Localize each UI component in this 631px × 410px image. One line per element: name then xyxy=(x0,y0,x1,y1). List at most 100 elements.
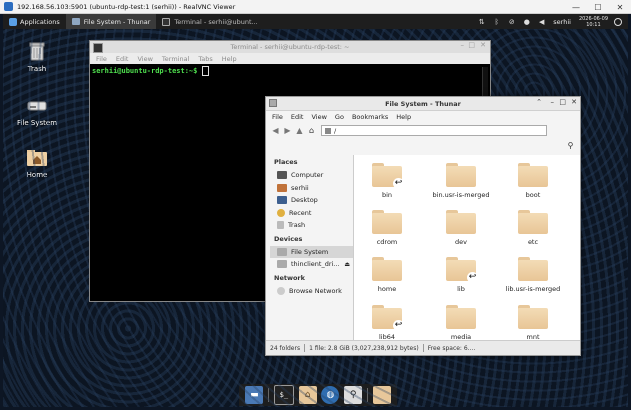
user-menu[interactable]: serhii xyxy=(553,18,571,26)
thunar-menu-bookmarks[interactable]: Bookmarks xyxy=(352,113,388,121)
thunar-toolbar: ◀ ▶ ▲ ⌂ / xyxy=(266,123,580,138)
status-free-space: Free space: 6.... xyxy=(427,344,476,352)
file-item-lib[interactable]: ↩ lib xyxy=(428,257,494,293)
applications-menu[interactable]: Applications xyxy=(3,14,66,29)
thunar-titlebar[interactable]: File System - Thunar ⌃ – □ ✕ xyxy=(266,97,580,111)
file-item-dev[interactable]: dev xyxy=(428,210,494,246)
sidebar-item-browse-network[interactable]: Browse Network xyxy=(270,285,353,298)
folder-icon: ↩ xyxy=(446,257,478,283)
taskbar-item-terminal[interactable]: Terminal - serhii@ubunt... xyxy=(156,14,263,29)
terminal-menu-tabs[interactable]: Tabs xyxy=(198,55,212,63)
file-name: etc xyxy=(527,238,539,246)
folder-icon xyxy=(372,210,402,234)
forward-arrow-icon[interactable]: ▶ xyxy=(282,125,293,136)
sidebar-item-trash[interactable]: Trash xyxy=(270,219,353,232)
file-item-mnt[interactable]: mnt xyxy=(500,305,566,341)
terminal-titlebar[interactable]: Terminal - serhii@ubuntu-rdp-test: ~ – □… xyxy=(90,41,490,53)
terminal-menubar: File Edit View Terminal Tabs Help xyxy=(90,53,490,64)
terminal-menu-help[interactable]: Help xyxy=(222,55,237,63)
thunar-window[interactable]: File System - Thunar ⌃ – □ ✕ File Edit V… xyxy=(265,96,581,356)
trash-icon xyxy=(29,42,45,61)
sidebar-item-serhii[interactable]: serhii xyxy=(270,182,353,195)
clock[interactable]: 2026-06-09 10:11 xyxy=(579,16,608,28)
vnc-maximize-button[interactable]: ☐ xyxy=(587,0,609,14)
taskbar-label: File System - Thunar xyxy=(83,17,151,26)
bluetooth-icon[interactable]: ᛒ xyxy=(492,17,501,26)
file-item-etc[interactable]: etc xyxy=(500,210,566,246)
taskbar-item-thunar[interactable]: File System - Thunar xyxy=(65,14,157,29)
vnc-minimize-button[interactable]: — xyxy=(565,0,587,14)
sidebar-item-thinclient-drives[interactable]: thinclient_dri... ⏏ xyxy=(270,258,353,271)
file-item-lib64[interactable]: ↩ lib64 xyxy=(354,305,420,341)
sidebar-item-recent[interactable]: Recent xyxy=(270,207,353,220)
terminal-minimize-button[interactable]: – xyxy=(461,41,465,49)
thunar-menu-view[interactable]: View xyxy=(311,113,326,121)
thunar-menu-edit[interactable]: Edit xyxy=(291,113,304,121)
terminal-menu-terminal[interactable]: Terminal xyxy=(162,55,189,63)
remote-desktop[interactable]: Applications File System - Thunar Termin… xyxy=(3,14,628,407)
drive-icon xyxy=(277,260,287,269)
file-view[interactable]: ↩ bin bin.usr-is-merged boot cdrom dev etc home… xyxy=(354,155,580,342)
sidebar-item-computer[interactable]: Computer xyxy=(270,169,353,182)
terminal-menu-view[interactable]: View xyxy=(137,55,152,63)
eject-icon[interactable]: ⏏ xyxy=(344,261,350,268)
folder-icon: ↩ xyxy=(372,163,404,189)
top-panel: Applications File System - Thunar Termin… xyxy=(3,14,628,29)
desktop-icon-trash[interactable]: Trash xyxy=(7,40,67,73)
sidebar-header-devices: Devices xyxy=(274,234,303,243)
terminal-maximize-button[interactable]: □ xyxy=(468,41,475,49)
file-name: bin xyxy=(381,191,393,199)
vnc-close-button[interactable]: ✕ xyxy=(609,0,631,14)
sidebar-item-label: File System xyxy=(291,247,329,256)
thunar-shade-button[interactable]: ⌃ xyxy=(536,98,542,106)
system-tray: ⇅ ᛒ ⊘ ● ◀ serhii 2026-06-09 10:11 xyxy=(474,14,628,29)
terminal-menu-file[interactable]: File xyxy=(96,55,107,63)
sidebar-item-file-system[interactable]: File System xyxy=(270,245,353,258)
thunar-maximize-button[interactable]: □ xyxy=(559,98,566,106)
terminal-icon[interactable]: $_ xyxy=(273,385,294,405)
back-arrow-icon[interactable]: ◀ xyxy=(270,125,281,136)
home-icon[interactable]: ⌂ xyxy=(306,125,317,136)
file-item-cdrom[interactable]: cdrom xyxy=(354,210,420,246)
desktop-icon-label: Home xyxy=(26,171,48,179)
file-item-lib-usr-is-merged[interactable]: lib.usr-is-merged xyxy=(500,257,566,293)
search-icon[interactable]: ⚲ xyxy=(564,139,577,152)
notifications-off-icon[interactable]: ⊘ xyxy=(507,17,516,26)
search-icon[interactable]: ⚲ xyxy=(344,386,363,404)
up-arrow-icon[interactable]: ▲ xyxy=(294,125,305,136)
thunar-close-button[interactable]: ✕ xyxy=(571,98,577,106)
file-name: lib xyxy=(457,285,465,293)
file-item-media[interactable]: media xyxy=(428,305,494,341)
clock-time: 10:11 xyxy=(586,21,601,28)
power-icon[interactable] xyxy=(614,17,622,26)
file-item-bin-usr-is-merged[interactable]: bin.usr-is-merged xyxy=(428,163,494,199)
thunar-menu-help[interactable]: Help xyxy=(396,113,411,121)
file-item-bin[interactable]: ↩ bin xyxy=(354,163,420,199)
status-folder-count: 24 folders xyxy=(270,344,301,352)
thunar-menu-go[interactable]: Go xyxy=(335,113,344,121)
sidebar-item-label: thinclient_dri... xyxy=(291,260,340,269)
folder-icon xyxy=(71,18,80,25)
terminal-close-button[interactable]: ✕ xyxy=(480,41,486,49)
show-desktop-icon[interactable]: ▬ xyxy=(245,386,264,404)
folder-icon xyxy=(446,163,476,187)
desktop-icon-label: Trash xyxy=(27,65,47,73)
desktop-icon-file-system[interactable]: File System xyxy=(7,94,67,127)
trash-icon xyxy=(277,221,284,230)
terminal-screen[interactable]: serhii@ubuntu-rdp-test:~$ xyxy=(90,64,490,78)
file-item-boot[interactable]: boot xyxy=(500,163,566,199)
folder-icon[interactable] xyxy=(372,386,391,404)
updates-icon[interactable]: ● xyxy=(522,17,531,26)
volume-icon[interactable]: ◀ xyxy=(537,17,546,26)
sidebar-item-desktop[interactable]: Desktop xyxy=(270,194,353,207)
file-item-home[interactable]: home xyxy=(354,257,420,293)
terminal-menu-edit[interactable]: Edit xyxy=(116,55,129,63)
location-bar[interactable]: / xyxy=(321,125,547,136)
thunar-minimize-button[interactable]: – xyxy=(551,98,555,106)
network-wired-icon[interactable]: ⇅ xyxy=(477,17,486,26)
thunar-menu-file[interactable]: File xyxy=(272,113,283,121)
desktop-icon-home[interactable]: Home xyxy=(7,146,67,179)
web-browser-icon[interactable]: ◍ xyxy=(321,386,340,404)
home-folder-icon[interactable]: ⌂ xyxy=(298,386,317,404)
home-folder-icon xyxy=(27,150,47,166)
